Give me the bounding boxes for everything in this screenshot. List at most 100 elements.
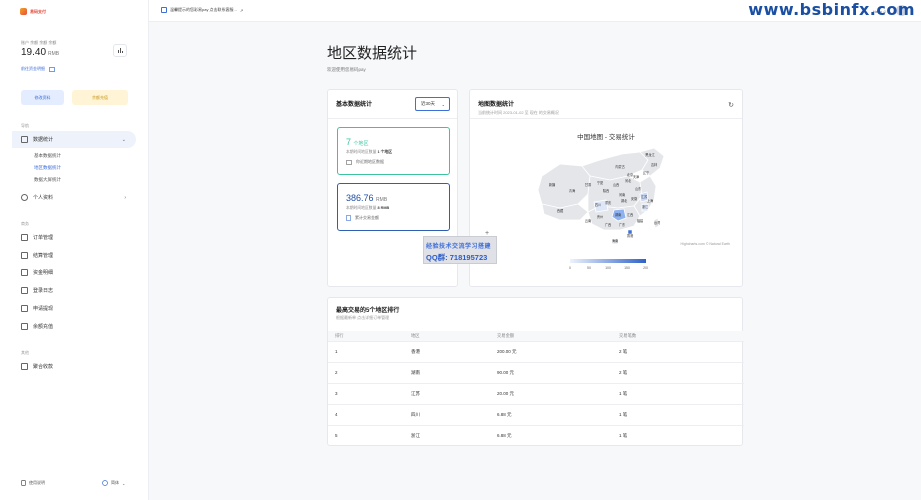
rank-table: 排行 地区 交易金额 交易笔数 1 香港 200.00 元 2 笔 2 湖南 9… xyxy=(328,331,744,446)
recharge-icon xyxy=(21,323,28,330)
top-notice[interactable]: 温馨提示的您彩易pay 点击联系客服... ↗ xyxy=(161,7,243,13)
amount-link[interactable]: 累计交易金额 xyxy=(346,215,379,221)
balance-label: 账户 余额 余额 余额 xyxy=(21,40,57,45)
region-count-box: 7 个地区 本期时间地区数量 1 个地区 你近期地区数据 xyxy=(337,127,450,175)
color-scale-tick-label: 0 xyxy=(569,266,571,270)
nav-funds[interactable]: 资金明细 xyxy=(12,264,136,281)
region-count-link[interactable]: 你近期地区数据 xyxy=(346,159,384,165)
page-title: 地区数据统计 xyxy=(327,45,418,62)
map-region-label: 吉林 xyxy=(651,162,658,167)
cell-region: 浙江 xyxy=(411,424,497,446)
table-row: 1 香港 200.00 元 2 笔 xyxy=(328,340,744,362)
rank-card-title: 最高交易的5个地区排行 xyxy=(336,308,400,314)
nav-funds-label: 资金明细 xyxy=(33,270,54,276)
map-region-label: 台湾 xyxy=(654,220,661,225)
nav-profile-label: 个人资料 xyxy=(33,195,54,201)
card-icon xyxy=(49,66,55,72)
map-region-label: 福建 xyxy=(637,218,644,223)
map-region-label: 上海 xyxy=(647,198,654,203)
col-rank: 排行 xyxy=(328,331,411,341)
map-region-label: 陕西 xyxy=(603,188,609,193)
section-nav-title: 导航 xyxy=(21,123,29,128)
divider xyxy=(328,118,457,119)
rank-card-subtitle[interactable]: 根据最新单 点击详细订单管理 xyxy=(336,315,389,321)
sub-item-screen[interactable]: 数据大屏统计 xyxy=(34,177,61,183)
order-icon xyxy=(21,234,28,241)
map-card: 地图数据统计 当前统计时间 2023-01-02 至 现在 的交易概况 ↻ 中国… xyxy=(469,89,743,287)
map-region-label: 广西 xyxy=(605,222,611,227)
overlay-line2: QQ群: 718195723 xyxy=(426,253,488,262)
chevron-down-icon: ⌄ xyxy=(441,101,445,107)
map-region-label: 安徽 xyxy=(631,196,638,201)
log-icon xyxy=(21,287,28,294)
grid-icon xyxy=(21,136,28,143)
user-icon xyxy=(21,194,28,201)
nav-profile[interactable]: 个人资料 › xyxy=(12,189,136,206)
map-region-label: 云南 xyxy=(585,218,591,223)
nav-data-stats-label: 数据统计 xyxy=(33,137,54,143)
cell-count: 1 笔 xyxy=(619,382,744,404)
map-region-label: 宁夏 xyxy=(597,180,604,185)
map-region-label: 四川 xyxy=(595,203,601,207)
watermark-text: www.bsbinfx.com xyxy=(748,0,915,19)
region-count-desc: 本期时间地区数量 1 个地区 xyxy=(346,150,392,154)
map-region-label: 江西 xyxy=(627,212,633,217)
sub-item-region[interactable]: 地区数据统计 xyxy=(34,165,61,171)
nav-orders[interactable]: 订单管理 xyxy=(12,229,136,246)
cell-rank: 5 xyxy=(328,424,411,446)
amount-value: 386.76 RMB xyxy=(346,193,388,203)
chart-title: 中国地图 - 交易统计 xyxy=(577,134,635,141)
sidebar: 易码支付 账户 余额 余额 余额 19.40 RMB 前往资金明细 修改资料 余额… xyxy=(0,0,149,500)
language-label: 简体 xyxy=(111,480,119,485)
map-region-label: 海南 xyxy=(612,238,618,243)
nav-recharge-label: 余额充值 xyxy=(33,324,54,330)
cell-amount: 6.88 元 xyxy=(497,403,619,425)
color-scale-tick-label: 200 xyxy=(643,266,648,270)
map-region-label: 香港 xyxy=(627,233,634,238)
top-notice-text: 温馨提示的您彩易pay 点击联系客服... xyxy=(170,7,237,12)
nav-recharge[interactable]: 余额充值 xyxy=(12,318,136,335)
chart-credit: Highcharts.com © Natural Earth xyxy=(680,242,730,246)
balance-value: 19.40 RMB xyxy=(21,47,60,58)
map-region-label: 青海 xyxy=(569,188,576,193)
nav-withdraw[interactable]: 申请提现 xyxy=(12,300,136,317)
col-amount: 交易金额 xyxy=(497,331,619,341)
divider xyxy=(470,118,742,119)
notice-icon xyxy=(161,7,167,13)
logo-icon xyxy=(20,8,27,15)
amount-desc: 本期时间地区数量 8 RMB xyxy=(346,206,390,210)
nav-settlement[interactable]: 结算管理 xyxy=(12,247,136,264)
logo[interactable]: 易码支付 xyxy=(20,8,46,15)
table-row: 2 湖南 90.00 元 2 笔 xyxy=(328,361,744,383)
color-scale-tick-label: 50 xyxy=(587,266,591,270)
section-business-title: 商务 xyxy=(21,221,29,226)
table-row: 3 江苏 20.00 元 1 笔 xyxy=(328,382,744,404)
recharge-button[interactable]: 余额充值 xyxy=(72,90,128,105)
edit-profile-button[interactable]: 修改资料 xyxy=(21,90,64,105)
map-region-label: 辽宁 xyxy=(643,170,649,175)
nav-data-stats[interactable]: 数据统计 ⌄ xyxy=(12,131,136,148)
map-region-label: 甘肃 xyxy=(585,182,592,187)
section-other-title: 其他 xyxy=(21,350,29,355)
money-icon xyxy=(346,215,351,221)
map-region-label: 贵州 xyxy=(597,214,603,219)
amount-box: 386.76 RMB 本期时间地区数量 8 RMB 累计交易金额 xyxy=(337,183,450,231)
range-select-value: 近30天 xyxy=(421,101,436,106)
balance-chart-button[interactable] xyxy=(113,44,127,57)
color-scale-ticks: 0 50 100 150 200 xyxy=(569,266,648,270)
nav-login-log[interactable]: 登录日志 xyxy=(12,282,136,299)
cell-count: 1 笔 xyxy=(619,403,744,425)
language-select[interactable]: 简体 ⌄ xyxy=(102,480,125,486)
cell-amount: 200.00 元 xyxy=(497,340,619,362)
map-region-label: 湖北 xyxy=(621,198,628,203)
phone-icon xyxy=(21,480,26,486)
col-region: 地区 xyxy=(411,331,497,341)
range-select[interactable]: 近30天 ⌄ xyxy=(415,97,450,111)
nav-aggregate[interactable]: 聚合收款 xyxy=(12,358,136,375)
refresh-icon[interactable]: ↻ xyxy=(728,101,734,109)
sub-item-basic[interactable]: 基本数据统计 xyxy=(34,153,61,159)
details-link[interactable]: 前往资金明细 xyxy=(21,66,55,72)
help-link[interactable]: 使用说明 xyxy=(21,480,45,486)
cell-amount: 20.00 元 xyxy=(497,382,619,404)
globe-icon xyxy=(102,480,108,486)
